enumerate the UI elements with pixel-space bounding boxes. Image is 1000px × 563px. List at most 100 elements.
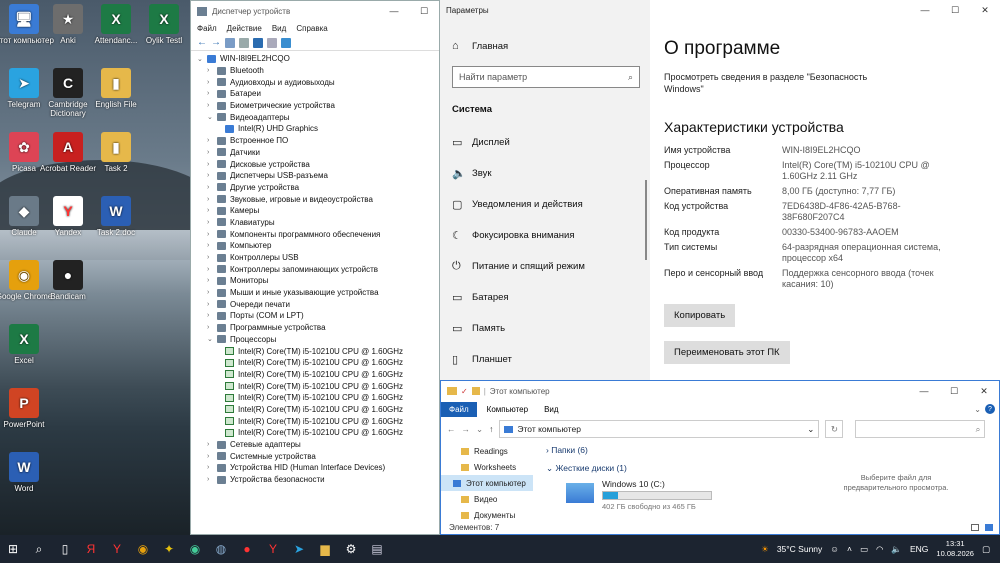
chevron-right-icon[interactable]: ›	[207, 312, 217, 319]
settings-gear-icon[interactable]: ⚙	[338, 535, 364, 563]
tree-item[interactable]: Intel(R) Core(TM) i5-10210U CPU @ 1.60GH…	[197, 345, 439, 357]
settings-nav-item[interactable]: ▢ Уведомления и действия	[440, 189, 650, 220]
volume-icon[interactable]: 🔈	[891, 544, 902, 555]
telegram-icon[interactable]: ➤	[286, 535, 312, 563]
chrome-icon[interactable]: ◉	[130, 535, 156, 563]
chevron-up-icon[interactable]: ˄	[847, 544, 852, 554]
tree-item[interactable]: ⌄ Видеоадаптеры	[197, 111, 439, 123]
tree-item[interactable]: › Другие устройства	[197, 182, 439, 194]
back-arrow-icon[interactable]: ←	[447, 424, 456, 434]
explorer-titlebar[interactable]: ✓ | Этот компьютер — ☐ ✕	[441, 381, 999, 401]
weather-text[interactable]: 35°C Sunny	[777, 544, 822, 554]
chevron-right-icon[interactable]: ›	[207, 149, 217, 156]
view-icon[interactable]	[239, 37, 249, 48]
tree-item[interactable]: › Биометрические устройства	[197, 100, 439, 112]
battery-icon[interactable]: ▭	[860, 544, 868, 555]
monitor-icon[interactable]	[281, 37, 291, 48]
tree-item[interactable]: › Звуковые, игровые и видеоустройства	[197, 193, 439, 205]
minimize-button[interactable]: —	[379, 6, 409, 17]
tree-item[interactable]: › Компоненты программного обеспечения	[197, 228, 439, 240]
chevron-right-icon[interactable]: ›	[207, 90, 217, 97]
chevron-right-icon[interactable]: ›	[207, 254, 217, 261]
close-button[interactable]: ✕	[970, 5, 1000, 16]
device-manager-window[interactable]: Диспетчер устройств — ☐ Файл Действие Вид Сп…	[190, 0, 440, 535]
menu-item[interactable]: Файл	[197, 24, 217, 33]
settings-nav-item[interactable]: ▯ Планшет	[440, 344, 650, 375]
settings-titlebar[interactable]: Параметры	[440, 0, 650, 20]
properties-icon[interactable]	[225, 37, 235, 48]
tab-view[interactable]: Вид	[538, 405, 564, 414]
tree-item[interactable]: › Дисковые устройства	[197, 158, 439, 170]
tree-item[interactable]: › Контроллеры запоминающих устройств	[197, 263, 439, 275]
maximize-button[interactable]: ☐	[939, 386, 969, 397]
tree-item[interactable]: › Клавиатуры	[197, 217, 439, 229]
explorer-side-item[interactable]: Документы	[441, 507, 533, 523]
tree-item[interactable]: › Устройства безопасности	[197, 474, 439, 486]
chevron-right-icon[interactable]: ›	[207, 161, 217, 168]
chevron-down-icon[interactable]: ⌄	[207, 335, 217, 343]
tree-item[interactable]: Intel(R) Core(TM) i5-10210U CPU @ 1.60GH…	[197, 415, 439, 427]
desktop-icon[interactable]: W Word	[0, 452, 54, 493]
chevron-right-icon[interactable]: ›	[207, 476, 217, 483]
app-icon[interactable]: ✦	[156, 535, 182, 563]
help-icon[interactable]	[253, 37, 263, 48]
tab-file[interactable]: Файл	[441, 401, 477, 417]
file-explorer-icon[interactable]: ▆	[312, 535, 338, 563]
chevron-right-icon[interactable]: ›	[207, 453, 217, 460]
clock[interactable]: 13:31 10.08.2026	[936, 539, 974, 559]
collapse-arrow-icon[interactable]: ⌄	[197, 55, 207, 63]
close-button[interactable]: ✕	[969, 386, 999, 397]
chevron-down-icon[interactable]: ⌄	[974, 405, 985, 414]
help-icon[interactable]: ?	[985, 404, 995, 414]
chrome-icon[interactable]: ◉	[182, 535, 208, 563]
tree-item[interactable]: › Порты (COM и LPT)	[197, 310, 439, 322]
settings-nav-item[interactable]: ⏻ Питание и спящий режим	[440, 251, 650, 282]
settings-scrollbar[interactable]	[645, 180, 647, 260]
tree-item[interactable]: Intel(R) Core(TM) i5-10210U CPU @ 1.60GH…	[197, 380, 439, 392]
chevron-right-icon[interactable]: ›	[207, 266, 217, 273]
minimize-button[interactable]: —	[909, 386, 939, 397]
menu-item[interactable]: Справка	[296, 24, 327, 33]
tree-item[interactable]: › Датчики	[197, 147, 439, 159]
settings-search-box[interactable]: Найти параметр ⌕	[452, 66, 640, 88]
checkmark-icon[interactable]: ✓	[461, 387, 468, 396]
device-manager-titlebar[interactable]: Диспетчер устройств — ☐	[191, 1, 439, 21]
chevron-right-icon[interactable]: ›	[207, 242, 217, 249]
chevron-right-icon[interactable]: ›	[207, 196, 217, 203]
tree-item[interactable]: › Системные устройства	[197, 450, 439, 462]
rename-pc-button[interactable]: Переименовать этот ПК	[664, 341, 790, 364]
tree-item[interactable]: › Камеры	[197, 205, 439, 217]
tree-item[interactable]: › Контроллеры USB	[197, 252, 439, 264]
language-indicator[interactable]: ENG	[910, 544, 928, 554]
tree-item[interactable]: Intel(R) Core(TM) i5-10210U CPU @ 1.60GH…	[197, 369, 439, 381]
task-view-icon[interactable]: ▯	[52, 535, 78, 563]
minimize-button[interactable]: —	[910, 5, 940, 16]
tab-computer[interactable]: Компьютер	[477, 405, 538, 414]
view-details-icon[interactable]	[971, 524, 979, 531]
tree-item[interactable]: › Батареи	[197, 88, 439, 100]
desktop-icon[interactable]: W Task 2.doc	[86, 196, 146, 237]
tree-item[interactable]: › Встроенное ПО	[197, 135, 439, 147]
tree-item[interactable]: › Устройства HID (Human Interface Devices…	[197, 462, 439, 474]
tree-item[interactable]: › Мыши и иные указывающие устройства	[197, 287, 439, 299]
chevron-right-icon[interactable]: ›	[207, 231, 217, 238]
desktop-icon[interactable]: X Excel	[0, 324, 54, 365]
search-icon[interactable]: ⌕	[26, 535, 52, 563]
tree-item[interactable]: › Программные устройства	[197, 322, 439, 334]
tree-item[interactable]: Intel(R) Core(TM) i5-10210U CPU @ 1.60GH…	[197, 357, 439, 369]
explorer-side-item[interactable]: Видео	[441, 491, 533, 507]
chevron-right-icon[interactable]: ›	[207, 324, 217, 331]
back-arrow-icon[interactable]: ←	[197, 37, 207, 48]
forward-arrow-icon[interactable]: →	[211, 37, 221, 48]
chevron-right-icon[interactable]: ›	[207, 464, 217, 471]
bandicam-icon[interactable]: ●	[234, 535, 260, 563]
drives-group[interactable]: ⌄ Жесткие диски (1)	[546, 463, 826, 474]
tree-item[interactable]: › Мониторы	[197, 275, 439, 287]
desktop-icon[interactable]: P PowerPoint	[0, 388, 54, 429]
settings-window[interactable]: Параметры — ☐ ✕ ⌂ Главная Найти параметр ⌕…	[440, 0, 1000, 380]
tree-item[interactable]: › Bluetooth	[197, 65, 439, 77]
chevron-right-icon[interactable]: ›	[207, 219, 217, 226]
device-manager-icon[interactable]: ▤	[364, 535, 390, 563]
app-icon[interactable]: ◍	[208, 535, 234, 563]
security-link[interactable]: Просмотреть сведения в разделе "Безопасн…	[664, 71, 884, 95]
